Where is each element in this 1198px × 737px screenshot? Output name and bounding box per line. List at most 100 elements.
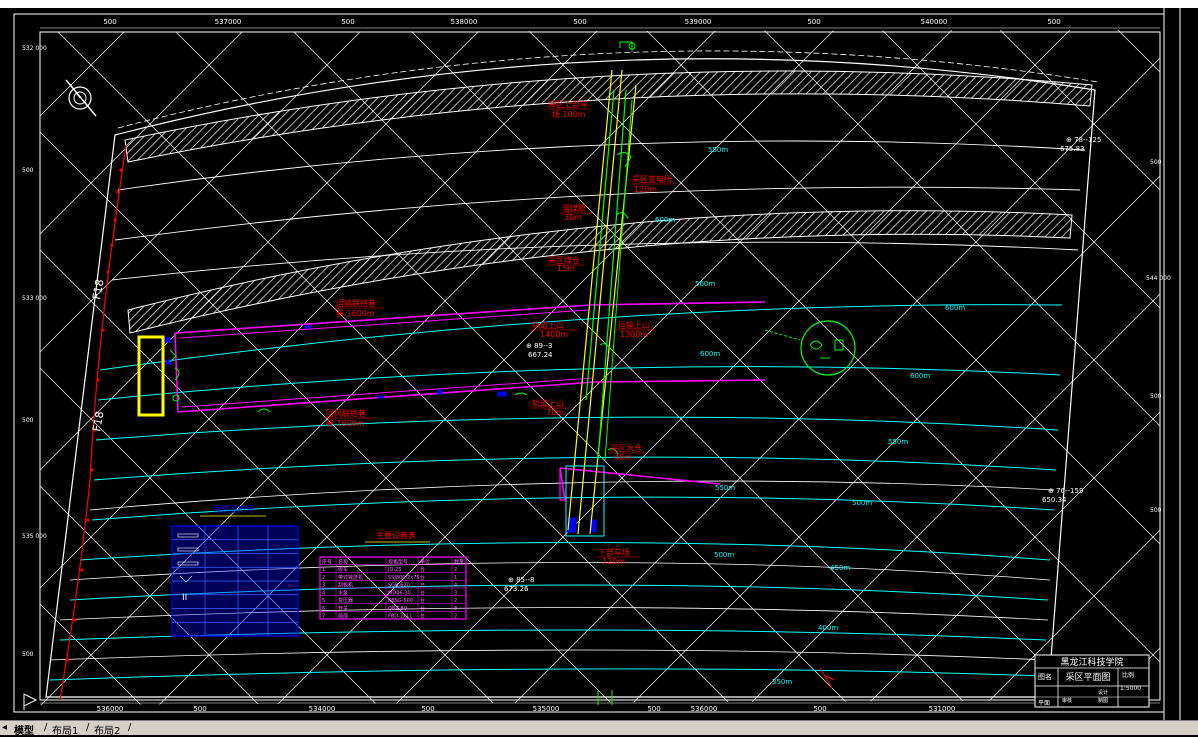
point-4-value: 673.26 [504,585,529,593]
table-cell: 2 [454,614,457,620]
table-cell: 2 [454,598,457,604]
contour-label-7: 550m [888,438,908,446]
table-cell: 1 [322,567,325,573]
table-cell: SGB-630 [388,583,410,589]
point-3-value: 650.34 [1042,496,1067,504]
table-cell: 序号 [322,558,332,565]
title-left-b: 平面 [1038,700,1050,707]
table-cell: MD46-30 [388,590,411,596]
ucs-icon [23,693,38,710]
tab-layout2[interactable]: 布局2 [94,722,120,737]
label-8b: 巷 1600m [326,419,365,428]
contour-label-2: 600m [655,216,675,224]
selection-highlight-box[interactable] [137,335,165,417]
top-ruler-0: 500 [103,18,116,26]
table-cell: 绞车 [338,566,348,573]
top-ruler-4: 500 [573,18,586,26]
tab-layout1[interactable]: 布局1 [52,722,78,737]
table-cell: 3 [454,590,457,596]
contour-label-1: 550m [708,146,728,154]
contour-label-12: 350m [772,678,792,686]
top-ruler-3: 538000 [451,18,478,26]
point-4-name: ⊕ 85--8 [508,576,535,584]
contour-label-4: 600m [945,304,965,312]
label-1b: 场 100m [552,110,586,119]
table-cell: 局扇 [338,613,348,620]
label-4b: 15m [557,264,575,273]
bottom-ruler-8: 531000 [929,705,956,713]
legend-title: 图例及符号 [214,504,254,514]
layout-tab-bar: ◂ 模型 / 布局1 / 布局2 / [0,720,1198,737]
table-cell: 数量 [454,558,464,565]
svg-text:II: II [182,593,187,603]
left-ruler-1: 500 [22,167,34,174]
bottom-ruler-1: 500 [193,705,206,713]
label-2a: 采区变电所 [632,174,672,184]
top-ruler-1: 537000 [215,18,242,26]
title-block: 黑龙江科技学院 采区平面图 图名 平面 比例 1:5000 设计 制图 审核 [1034,654,1150,708]
table-cell: 规格型号 [388,558,408,565]
contour-label-8: 500m [852,499,872,507]
roadway-labels: 采区上部车 场 100m 采区变电所 120m 溜煤眼 30m 采区煤仓 15m… [324,99,676,566]
label-9a: 轨道上山 [532,398,564,408]
bottom-ruler-6: 536000 [691,705,718,713]
label-6b: 1300m [620,330,648,339]
table-cell: QBZ-80 [388,606,407,612]
fault-label-top: F18 [90,278,106,300]
right-ruler-3: 500 [1150,507,1162,514]
label-8a: 回风联络巷 [326,408,366,418]
left-ruler-4: 535 000 [22,533,47,540]
left-ruler-2: 533 000 [22,295,47,302]
table-cell: 带式输送机 [338,574,363,581]
point-3-name: ⊕ 76--159 [1048,487,1083,495]
contour-label-11: 400m [818,624,838,632]
table-cell: 台 [420,613,425,620]
label-11a: 下部车场 [598,547,630,557]
label-3b: 30m [564,213,582,222]
label-7a: 轨道上山 [532,320,564,330]
tab-model[interactable]: 模型 [14,722,34,737]
title-row-1: 设计 [1098,689,1108,696]
top-ruler-8: 500 [1047,18,1060,26]
table-cell: 台 [420,566,425,573]
point-2-name: ⊕ 89--3 [526,342,553,350]
table-cell: 3 [322,583,325,589]
bottom-ruler-2: 534000 [309,705,336,713]
title-school: 黑龙江科技学院 [1060,656,1123,668]
table-cell: 台 [420,582,425,589]
contour-label-6: 600m [910,372,930,380]
top-ruler-2: 500 [341,18,354,26]
top-ruler-7: 540000 [921,18,948,26]
table-cell: 台 [420,589,425,596]
label-10b: 40m [614,453,632,462]
bottom-ruler-4: 535000 [533,705,560,713]
table-cell: 4 [322,590,325,596]
tab-prefix-icon: ◂ [2,722,8,733]
table-cell: 台 [420,605,425,612]
table-cell: 5 [322,598,325,604]
fault-label-bottom: F18 [90,410,106,432]
north-arrow-icon [65,79,97,117]
table-cell: 开关 [338,605,348,612]
table-cell: 7 [322,614,325,620]
bottom-ruler-3: 500 [421,705,434,713]
table-cell: 4 [454,583,457,589]
top-ruler-5: 539000 [685,18,712,26]
left-ruler-3: 500 [22,417,34,424]
right-ruler-1: 544 000 [1146,275,1171,282]
table-cell: 变压器 [338,597,353,604]
label-6a: 运输上山 [618,320,650,330]
point-2-value: 667.24 [528,351,553,359]
title-right-a: 比例 [1122,671,1134,679]
cad-drawing-canvas[interactable]: 500 537000 500 538000 500 539000 500 540… [0,0,1198,720]
table-cell: 水泵 [338,589,348,596]
right-ruler: 500 544 000 500 500 [1146,159,1171,514]
point-1-value: 675.83 [1060,145,1085,153]
table-cell: 单位 [420,558,430,565]
top-ruler: 500 537000 500 538000 500 539000 500 540… [40,18,1160,29]
table-cell: 6 [322,606,325,612]
table-cell: JD-25 [387,567,402,573]
title-drawing: 采区平面图 [1065,672,1110,683]
contour-label-13: 500m [714,551,734,559]
left-ruler: 532 000 500 533 000 500 535 000 500 [22,45,47,658]
